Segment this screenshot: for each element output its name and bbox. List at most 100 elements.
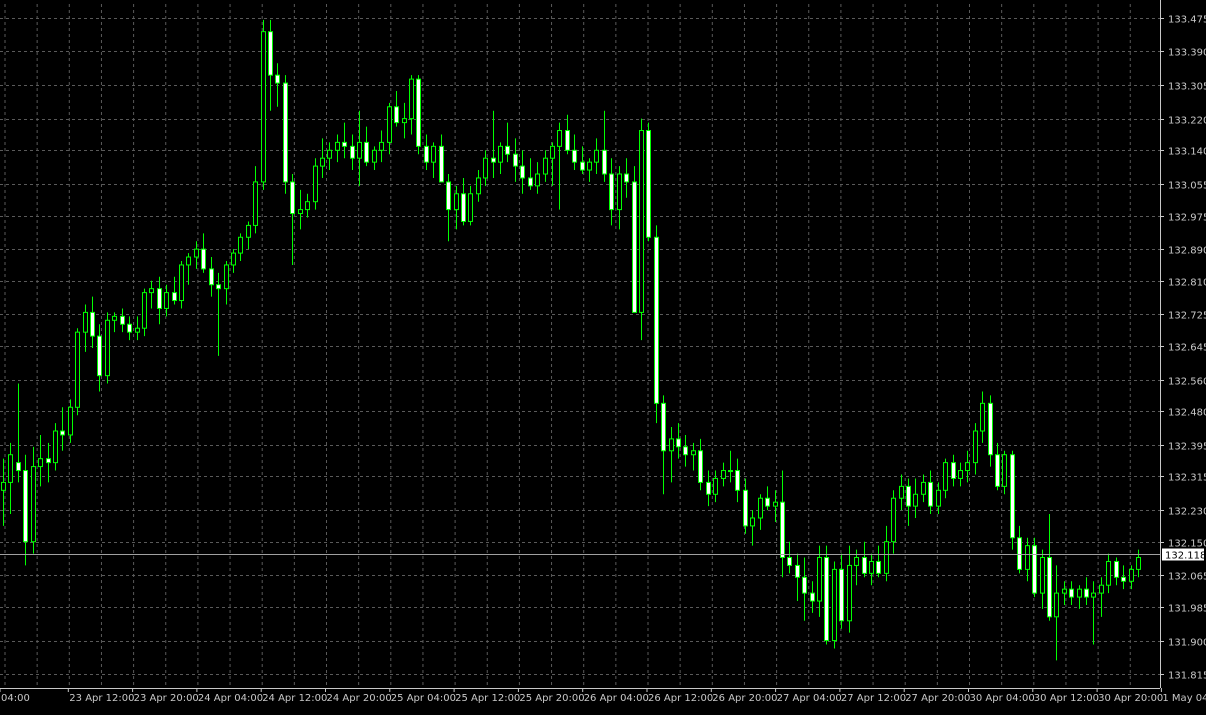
candle-body <box>476 177 481 195</box>
x-tick-label: 26 Apr 20:00 <box>712 693 777 704</box>
chart-canvas: 133.475 133.390 133.305 133.220 133.140 133.0… <box>0 0 1206 711</box>
candle-body <box>810 592 815 602</box>
candle-body <box>201 248 206 270</box>
candle-body <box>1106 560 1111 586</box>
y-tick-label: 132.230 <box>1168 507 1206 518</box>
candle-body <box>313 165 318 203</box>
candle-body <box>1010 454 1015 539</box>
candle-body <box>38 458 43 468</box>
candle-body <box>1084 588 1089 598</box>
candle-body <box>298 209 303 215</box>
candle-body <box>928 481 933 507</box>
candle-body <box>1099 584 1104 594</box>
candle-body <box>773 501 778 507</box>
chart-background <box>0 0 1206 711</box>
candle-body <box>224 264 229 290</box>
candle-body <box>416 78 421 147</box>
y-tick-label: 131.815 <box>1168 671 1206 682</box>
candle-body <box>721 470 726 479</box>
candle-body <box>1017 537 1022 570</box>
candle-body <box>402 118 407 124</box>
y-tick-label: 132.645 <box>1168 343 1206 354</box>
candle-body <box>468 193 473 222</box>
candle-body <box>46 458 51 464</box>
candle-body <box>535 173 540 187</box>
candle-body <box>832 568 837 642</box>
candle-body <box>409 78 414 120</box>
y-tick-label: 132.725 <box>1168 311 1206 322</box>
candle-body <box>646 130 651 238</box>
candle-body <box>973 430 978 464</box>
y-tick-label: 133.390 <box>1168 48 1206 59</box>
candle-body <box>557 130 562 147</box>
y-tick-label: 132.975 <box>1168 213 1206 224</box>
x-tick-label: 04:00 <box>1 693 30 704</box>
candle-body <box>669 438 674 452</box>
candle-body <box>528 177 533 187</box>
candle-body <box>765 497 770 507</box>
candle-body <box>802 576 807 594</box>
candle-body <box>594 149 599 163</box>
y-tick-label: 132.315 <box>1168 473 1206 484</box>
candle-body <box>23 470 28 543</box>
x-tick-label: 27 Apr 04:00 <box>777 693 842 704</box>
candle-body <box>157 288 162 309</box>
y-tick-label: 131.985 <box>1168 604 1206 615</box>
current-price-label: 132.118 <box>1165 551 1206 562</box>
candle-body <box>16 462 21 472</box>
candle-body <box>580 161 585 171</box>
candle-body <box>335 141 340 151</box>
candle-body <box>698 450 703 483</box>
y-tick-label: 132.480 <box>1168 408 1206 419</box>
candle-body <box>68 406 73 436</box>
candle-body <box>780 501 785 559</box>
y-tick-label: 133.475 <box>1168 15 1206 26</box>
candle-body <box>327 149 332 159</box>
candle-body <box>305 201 310 211</box>
candle-body <box>965 462 970 472</box>
candle-body <box>691 450 696 456</box>
candle-body <box>817 557 822 602</box>
candle-body <box>483 157 488 179</box>
candle-body <box>350 145 355 159</box>
y-tick-label: 133.305 <box>1168 82 1206 93</box>
candle-body <box>446 181 451 211</box>
candle-body <box>172 292 177 302</box>
y-tick-label: 132.395 <box>1168 442 1206 453</box>
candle-body <box>995 454 1000 487</box>
candle-body <box>194 248 199 258</box>
candle-body <box>75 331 80 408</box>
candle-body <box>683 446 688 456</box>
x-tick-label: 26 Apr 12:00 <box>648 693 713 704</box>
candle-body <box>461 193 466 222</box>
candle-body <box>958 470 963 479</box>
candle-body <box>520 165 525 179</box>
candle-body <box>743 489 748 527</box>
candle-body <box>431 145 436 163</box>
candle-body <box>609 173 614 211</box>
candle-body <box>543 157 548 175</box>
candle-body <box>728 470 733 473</box>
candle-body <box>8 454 13 483</box>
candle-body <box>149 288 154 294</box>
candle-body <box>899 485 904 499</box>
candle-body <box>186 256 191 266</box>
candle-body <box>1062 588 1067 594</box>
candle-body <box>876 560 881 574</box>
candle-body <box>261 31 266 183</box>
candle-body <box>372 149 377 163</box>
candle-body <box>1129 568 1134 582</box>
x-tick-label: 25 Apr 20:00 <box>519 693 584 704</box>
candle-body <box>275 74 280 84</box>
candle-body <box>387 106 392 143</box>
candle-body <box>824 557 829 642</box>
candle-body <box>1047 557 1052 618</box>
candle-body <box>90 311 95 337</box>
y-tick-label: 133.140 <box>1168 147 1206 158</box>
candle-body <box>550 145 555 159</box>
candle-body <box>869 560 874 574</box>
candle-body <box>513 153 518 167</box>
x-tick-label: 24 Apr 20:00 <box>327 693 392 704</box>
x-tick-label: 27 Apr 12:00 <box>841 693 906 704</box>
x-tick-label: 25 Apr 12:00 <box>455 693 520 704</box>
